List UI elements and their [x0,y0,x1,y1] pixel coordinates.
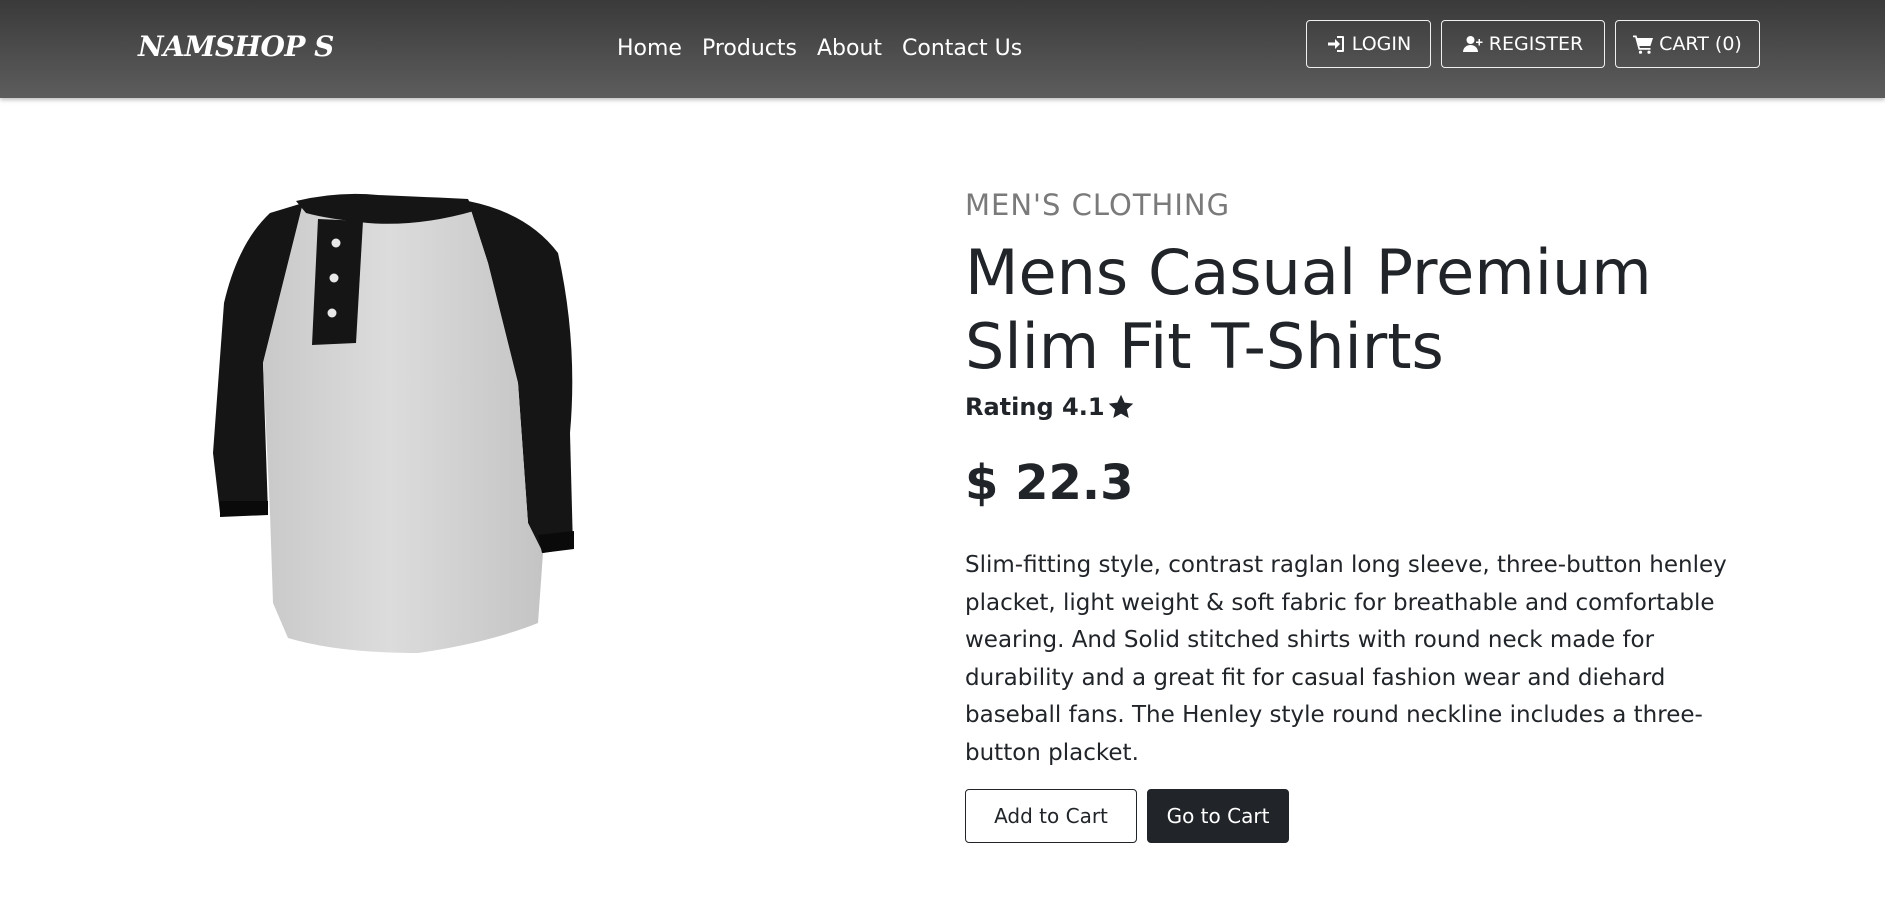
cart-button[interactable]: CART (0) [1615,20,1760,68]
star-icon [1108,394,1133,418]
add-to-cart-button[interactable]: Add to Cart [965,789,1137,843]
cart-label: CART (0) [1659,33,1742,55]
user-plus-icon [1462,36,1483,52]
product-image [138,183,648,693]
rating-label: Rating 4.1 [965,393,1105,421]
nav-link-home[interactable]: Home [617,36,682,61]
product-description: Slim-fitting style, contrast raglan long… [965,552,1727,766]
nav-link-products[interactable]: Products [702,36,797,61]
product-price: $ 22.3 [965,455,1134,511]
product-category: MEN'S CLOTHING [965,188,1231,222]
nav-link-about[interactable]: About [817,36,882,61]
nav-link-contact[interactable]: Contact Us [902,36,1022,61]
register-button[interactable]: REGISTER [1441,20,1605,68]
register-label: REGISTER [1488,33,1584,55]
main-nav: Home Products About Contact Us [617,36,1022,61]
top-navbar: NAMSHOP S Home Products About Contact Us… [0,0,1885,98]
brand-logo[interactable]: NAMSHOP S [138,30,334,63]
shopping-cart-icon [1633,35,1654,54]
product-rating: Rating 4.1 [965,393,1135,421]
login-button[interactable]: LOGIN [1306,20,1431,68]
product-title: Mens Casual Premium Slim Fit T-Shirts [965,236,1652,383]
sign-in-icon [1327,36,1344,52]
login-label: LOGIN [1351,33,1412,55]
go-to-cart-button[interactable]: Go to Cart [1147,789,1289,843]
